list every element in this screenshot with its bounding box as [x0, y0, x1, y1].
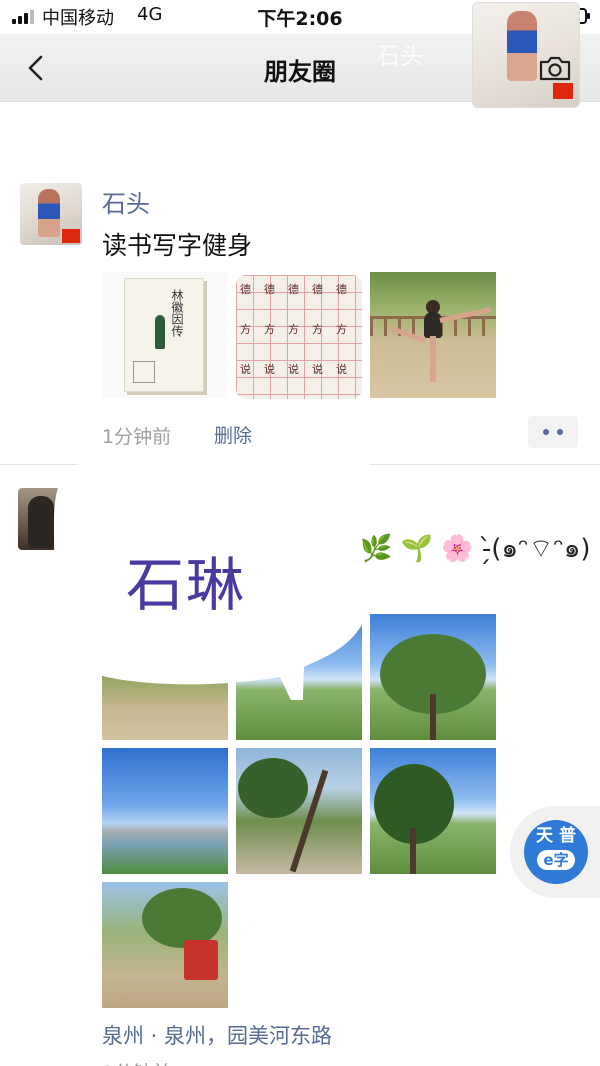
calligraphy-char: 方 — [312, 323, 323, 336]
calligraphy-char: 德 — [336, 283, 347, 296]
tianpu-logo-icon: 天 普 e字 — [524, 820, 588, 884]
calligraphy-char: 说 — [264, 363, 275, 376]
post-author[interactable]: 石头 — [102, 184, 150, 219]
post-time: 1分钟前 — [102, 426, 172, 448]
cover-owner-name: 石头 — [376, 42, 424, 70]
calligraphy-char: 德 — [240, 283, 251, 296]
calligraphy-char: 说 — [240, 363, 251, 376]
floating-app-badge[interactable]: 天 普 e字 — [510, 806, 600, 898]
post-author[interactable]: 石琳 — [126, 538, 246, 622]
calligraphy-char: 德 — [288, 283, 299, 296]
calligraphy-char: 说 — [312, 363, 323, 376]
post-photo[interactable] — [102, 748, 228, 874]
delete-button[interactable]: 删除 — [214, 421, 252, 448]
calligraphy-char: 方 — [264, 323, 275, 336]
post-photo[interactable] — [370, 748, 496, 874]
calligraphy-char: 方 — [336, 323, 347, 336]
post-photo-exercise[interactable] — [370, 272, 496, 398]
calligraphy-char: 说 — [288, 363, 299, 376]
avatar[interactable] — [20, 183, 82, 245]
post-photo[interactable] — [370, 614, 496, 740]
moments-page: 中国移动 4G 下午2:06 朋友圈 石头 石头 读书写字健身 林徽因传 德德德… — [0, 0, 600, 1066]
badge-line1: 天 普 — [536, 826, 576, 846]
post-photo-calligraphy[interactable]: 德德德德德方方方方方说说说说说 — [236, 275, 362, 399]
post-photo[interactable] — [236, 748, 362, 874]
calligraphy-char: 方 — [288, 323, 299, 336]
nav-bar: 朋友圈 石头 — [0, 2, 600, 108]
post-photo-book[interactable]: 林徽因传 — [102, 272, 228, 398]
location-label[interactable]: 泉州 · 泉州，园美河东路 — [102, 1020, 332, 1050]
book-title: 林徽因传 — [170, 289, 184, 337]
more-dots-icon[interactable] — [528, 416, 578, 448]
badge-line2: e字 — [537, 850, 575, 870]
calligraphy-char: 方 — [240, 323, 251, 336]
calligraphy-char: 说 — [336, 363, 347, 376]
camera-icon[interactable] — [538, 54, 572, 82]
post-text: 读书写字健身 — [102, 231, 253, 260]
post-photo[interactable] — [102, 882, 228, 1008]
calligraphy-char: 德 — [312, 283, 323, 296]
post-time: 1分钟前 — [102, 1058, 171, 1066]
post-text: 🌿 🌱 🌸 -̗̀(๑ᵔ⌔ᵔ๑) — [360, 534, 591, 564]
calligraphy-char: 德 — [264, 283, 275, 296]
